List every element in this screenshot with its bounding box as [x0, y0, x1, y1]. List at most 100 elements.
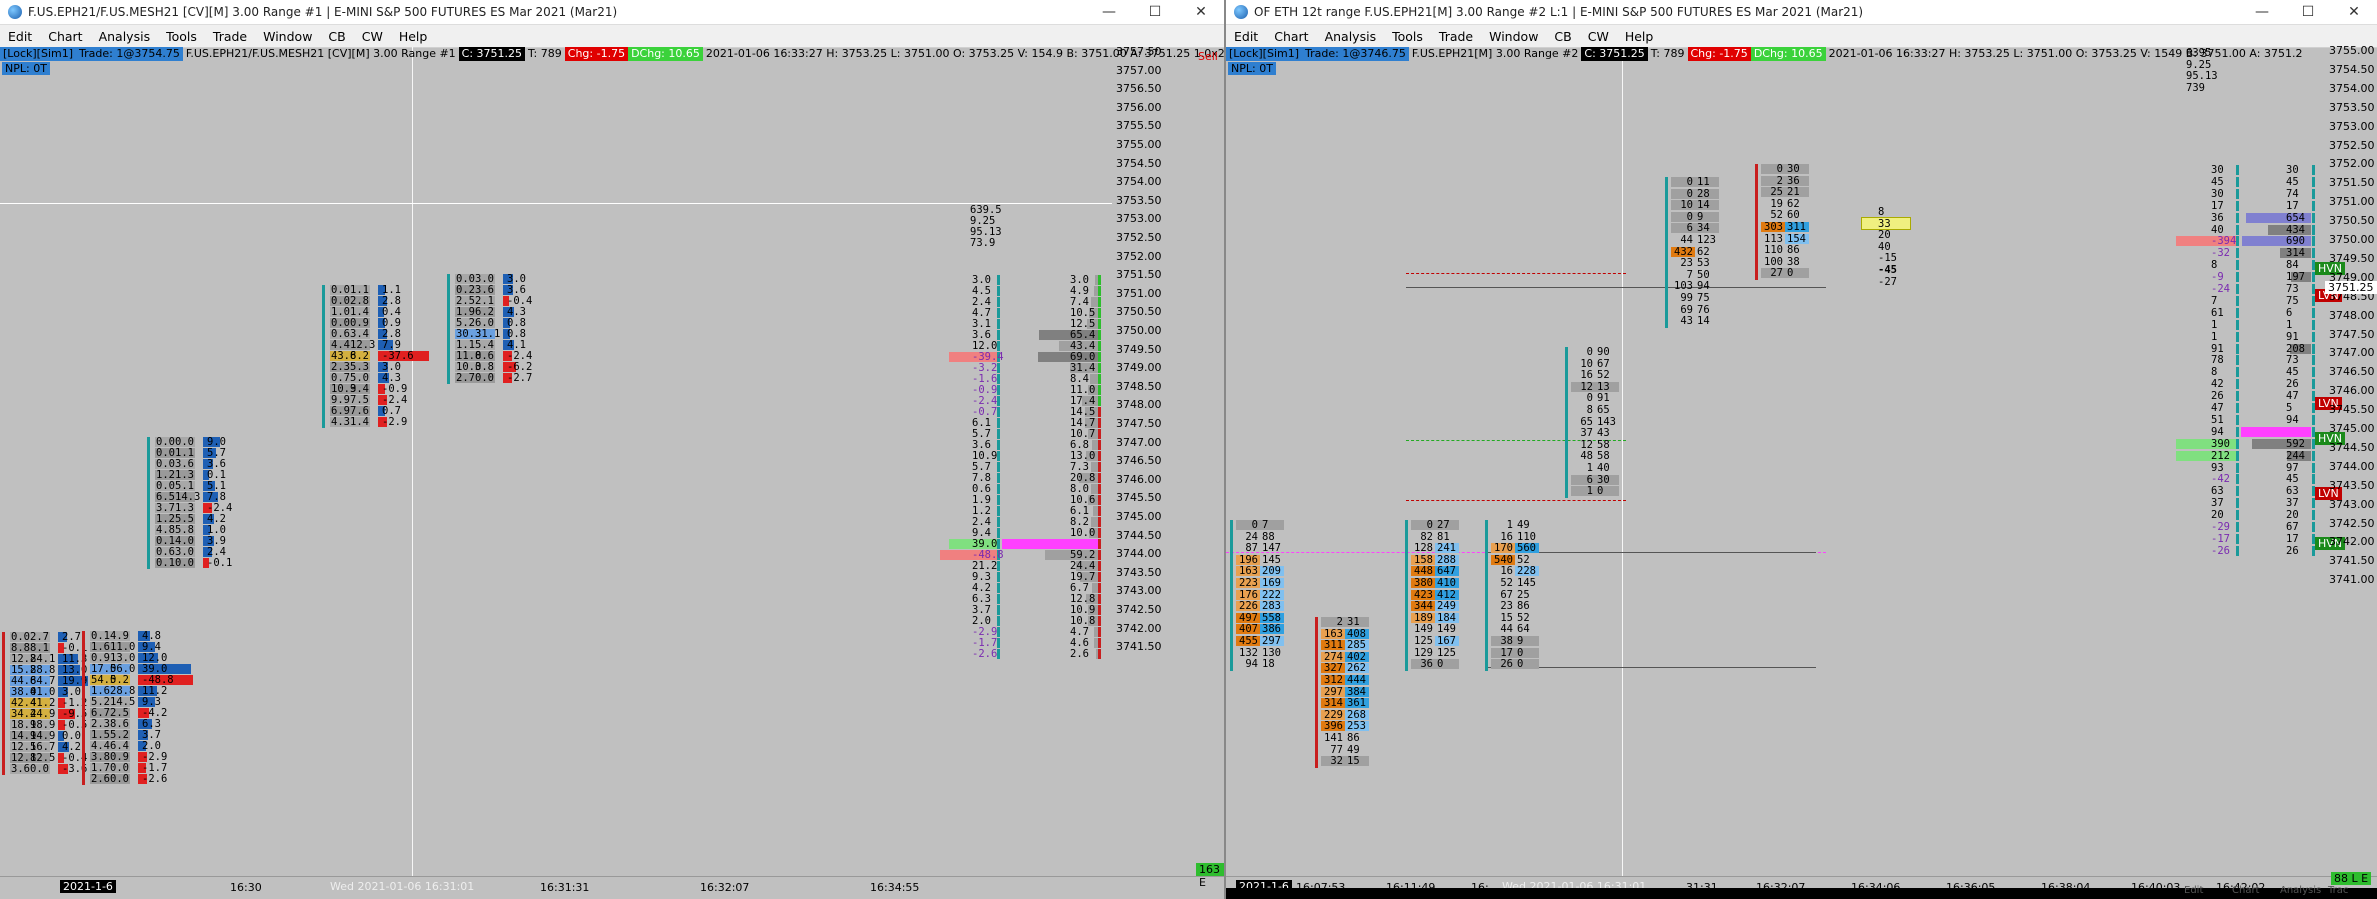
lock-indicator[interactable]: [Lock][Sim1]	[1226, 47, 1303, 61]
profile-tick	[1098, 484, 1101, 494]
ask-volume: 43	[1597, 427, 1610, 440]
delta-profile-value: 37	[2211, 497, 2224, 510]
delta-profile-value: -42	[2211, 473, 2230, 486]
price-axis[interactable]: 3755.00 3754.50 3754.00 3753.50 3753.00 3752.…	[2325, 44, 2377, 877]
profile-tick	[2236, 462, 2239, 473]
menu-cb[interactable]: CB	[320, 29, 353, 44]
menu-edit[interactable]: Edit	[1226, 29, 1266, 44]
lock-indicator[interactable]: [Lock][Sim1]	[0, 47, 77, 61]
menu-trade[interactable]: Trade	[1431, 29, 1481, 44]
profile-tick	[2236, 367, 2239, 378]
menu-help[interactable]: Help	[391, 29, 436, 44]
bid-volume: 15	[1500, 611, 1513, 624]
menu-help[interactable]: Help	[1617, 29, 1662, 44]
time-axis[interactable]: 2021-1-6 16:30 Wed 2021-01-06 16:31:01 16:3…	[0, 876, 1224, 899]
bar-info: 2021-01-06 16:33:27 H: 3753.25 L: 3751.0…	[1828, 47, 2303, 60]
menu-tools[interactable]: Tools	[158, 29, 205, 44]
menu-cw[interactable]: CW	[354, 29, 391, 44]
menu-chart[interactable]: Chart	[40, 29, 90, 44]
ask-volume: 143	[1597, 415, 1616, 428]
profile-tick	[2236, 224, 2239, 235]
profile-tick	[997, 308, 1000, 318]
bid-volume: 17	[1500, 646, 1513, 659]
menu-chart[interactable]: Chart	[1266, 29, 1316, 44]
bid-volume: 113	[1764, 232, 1783, 245]
close-icon[interactable]: ✕	[1178, 4, 1224, 20]
minimize-icon[interactable]: —	[1086, 4, 1132, 20]
delta-profile-value: -2.6	[972, 648, 998, 660]
title-bar: OF ETH 12t range F.US.EPH21[M] 3.00 Rang…	[1226, 0, 2377, 25]
profile-tick	[997, 418, 1000, 428]
bottom-tab[interactable]: Trac	[2325, 884, 2351, 897]
profile-tick	[2236, 212, 2239, 223]
volume-profile-value: 314	[2286, 247, 2305, 260]
ask-volume: 0.0	[110, 773, 129, 785]
chart-area[interactable]: 0.0 2.7 8.8 8.1 12.8 24.1 15.8 28.8 44.8 64.7 38.0…	[0, 47, 1112, 877]
price-tick-label: 3745.00	[2329, 422, 2375, 435]
session-stat: 739	[2186, 81, 2205, 94]
maximize-icon[interactable]: ☐	[1132, 4, 1178, 20]
bid-volume: 26	[1500, 658, 1513, 671]
maximize-icon[interactable]: ☐	[2285, 4, 2331, 20]
price-tick-label: 3748.50	[1116, 379, 1162, 393]
volume-profile-value: 75	[2286, 294, 2299, 307]
profile-tick	[2312, 355, 2315, 366]
profile-tick	[2312, 379, 2315, 390]
volume-profile-bar	[1091, 297, 1098, 307]
ask-volume: 50	[1697, 268, 1710, 281]
delta-profile-value: 94	[2211, 425, 2224, 438]
profile-tick	[997, 330, 1000, 340]
volume-profile-value: 47	[2286, 390, 2299, 403]
profile-tick	[997, 374, 1000, 384]
close-icon[interactable]: ✕	[2331, 4, 2377, 20]
price-tick-label: 3745.00	[1116, 510, 1162, 523]
bottom-tab[interactable]: Chart	[2229, 884, 2262, 897]
price-axis[interactable]: 3757.50 3757.00 3756.50 3756.00 3755.50 3755.…	[1112, 45, 1224, 877]
bid-volume: 149	[1414, 623, 1433, 636]
menu-cw[interactable]: CW	[1580, 29, 1617, 44]
bottom-tab[interactable]: Edit	[2181, 884, 2206, 897]
menu-window[interactable]: Window	[1481, 29, 1546, 44]
menu-analysis[interactable]: Analysis	[91, 29, 159, 44]
profile-tick	[2312, 331, 2315, 342]
profile-tick	[997, 616, 1000, 626]
profile-tick	[2236, 343, 2239, 354]
profile-tick	[2312, 474, 2315, 485]
delta-profile-value: 91	[2211, 342, 2224, 355]
volume-profile-value: 2.6	[1070, 648, 1089, 660]
menu-tools[interactable]: Tools	[1384, 29, 1431, 44]
bid-volume: 82	[1420, 530, 1433, 543]
ask-volume: 412	[1437, 588, 1456, 601]
profile-tick	[2236, 414, 2239, 425]
price-tick-label: 3754.50	[2329, 62, 2375, 76]
profile-tick	[2236, 510, 2239, 521]
menu-edit[interactable]: Edit	[0, 29, 40, 44]
profile-tick	[1098, 286, 1101, 296]
ask-volume: 21	[1787, 186, 1800, 199]
chart-area[interactable]: 0 7 24 88 87 147 196 145 163 209 223 169 176 222 226 28…	[1226, 47, 2346, 877]
price-tick-label: 3753.00	[2329, 119, 2375, 133]
delta-profile-value: 30	[2211, 164, 2224, 176]
bid-volume: 52	[1770, 209, 1783, 222]
delta-profile-value: 8	[2211, 259, 2218, 272]
menu-window[interactable]: Window	[255, 29, 320, 44]
bid-volume: 1	[1506, 519, 1513, 531]
session-stat: 9.25	[2186, 58, 2212, 71]
profile-tick	[1098, 297, 1101, 307]
bid-volume: 423	[1414, 588, 1433, 601]
price-tick-label: 3741.00	[2329, 573, 2375, 587]
bid-volume: 0	[1426, 519, 1433, 531]
bottom-tab[interactable]: Analysis	[2277, 884, 2324, 897]
price-tick-label: 3747.50	[2329, 327, 2375, 341]
profile-tick	[2236, 272, 2239, 283]
delta-value: 20	[1878, 229, 1891, 242]
bid-volume: 170	[1494, 542, 1513, 555]
minimize-icon[interactable]: —	[2239, 4, 2285, 20]
profile-tick	[2236, 331, 2239, 342]
delta-profile-value: 45	[2211, 175, 2224, 188]
profile-tick	[2236, 486, 2239, 497]
menu-cb[interactable]: CB	[1546, 29, 1579, 44]
menu-analysis[interactable]: Analysis	[1317, 29, 1385, 44]
menu-trade[interactable]: Trade	[205, 29, 255, 44]
profile-tick	[2236, 545, 2239, 556]
